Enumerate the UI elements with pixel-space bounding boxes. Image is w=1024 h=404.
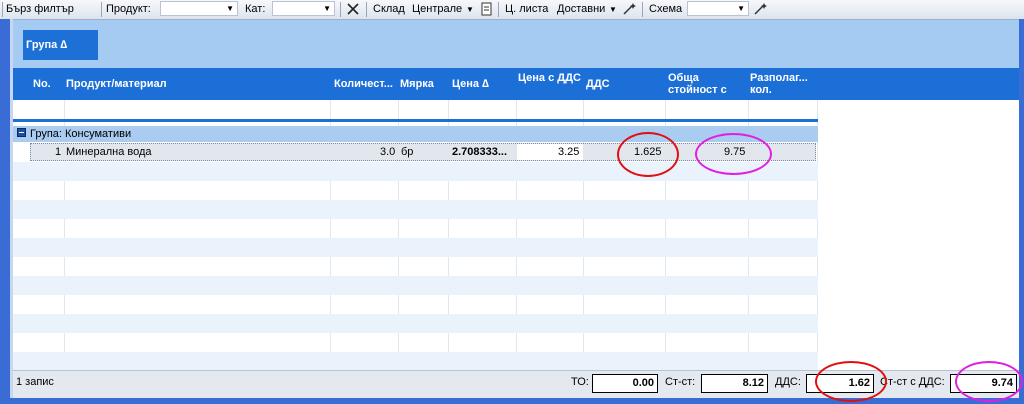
grid-header: No. Продукт/материал Количест... Мярка Ц… bbox=[13, 68, 818, 100]
magenta-annotation-ellipse bbox=[695, 133, 772, 175]
scheme-select[interactable]: ▼ bbox=[687, 1, 749, 16]
scheme-wand-icon[interactable] bbox=[753, 1, 769, 17]
empty-row bbox=[13, 314, 818, 333]
empty-row bbox=[13, 238, 818, 257]
category-label: Кат: bbox=[245, 3, 266, 15]
empty-row bbox=[13, 352, 818, 370]
empty-row bbox=[13, 333, 818, 352]
price-list-dropdown[interactable]: Доставни bbox=[557, 3, 605, 15]
cell-quantity: 3.0 bbox=[380, 146, 396, 158]
empty-row bbox=[13, 276, 818, 295]
column-header-product[interactable]: Продукт/материал bbox=[62, 68, 332, 100]
chevron-down-icon[interactable]: ▼ bbox=[609, 5, 617, 14]
toolbar-separator bbox=[498, 2, 499, 17]
refresh-icon[interactable] bbox=[479, 1, 495, 17]
group-by-chip[interactable]: Група ∆ bbox=[23, 30, 98, 60]
window-frame-bottom bbox=[0, 398, 1024, 404]
to-label: ТО: bbox=[571, 376, 589, 388]
group-by-panel bbox=[13, 20, 1019, 68]
empty-row bbox=[13, 219, 818, 238]
cell-unit: бр bbox=[401, 146, 414, 158]
grid-empty-area bbox=[818, 100, 1019, 370]
quick-filter-label[interactable]: Бърз филтър bbox=[6, 3, 74, 15]
warehouse-dropdown[interactable]: Централе bbox=[412, 3, 462, 15]
cost-vat-label: Ст-ст с ДДС: bbox=[880, 376, 945, 388]
column-header-quantity[interactable]: Количест... bbox=[330, 68, 400, 100]
window-frame-left bbox=[0, 19, 10, 404]
empty-row bbox=[13, 162, 818, 181]
toolbar: Бърз филтър Продукт: ▼ Кат: ▼ Склад Цент… bbox=[0, 0, 1024, 20]
toolbar-separator bbox=[101, 2, 102, 17]
red-annotation-ellipse bbox=[617, 132, 679, 177]
chevron-down-icon: ▼ bbox=[226, 4, 234, 13]
category-select[interactable]: ▼ bbox=[272, 1, 335, 16]
clear-filter-icon[interactable] bbox=[345, 1, 361, 17]
chevron-down-icon: ▼ bbox=[737, 4, 745, 13]
scheme-label: Схема bbox=[649, 3, 683, 15]
column-header-unit[interactable]: Мярка bbox=[396, 68, 448, 100]
product-select[interactable]: ▼ bbox=[160, 1, 238, 16]
column-header-price-vat[interactable]: Цена с ДДС bbox=[514, 68, 582, 100]
price-list-label: Ц. листа bbox=[505, 3, 549, 15]
chevron-down-icon: ▼ bbox=[323, 4, 331, 13]
column-header-price[interactable]: Цена ∆ bbox=[448, 68, 514, 100]
cell-price: 2.708333... bbox=[452, 146, 508, 158]
cell-product: Минерална вода bbox=[66, 146, 152, 158]
grid-header-filler bbox=[818, 68, 1019, 100]
column-header-available[interactable]: Разполаг... кол. bbox=[746, 68, 818, 100]
toolbar-separator bbox=[366, 2, 367, 17]
toolbar-separator bbox=[340, 2, 341, 17]
empty-row bbox=[13, 257, 818, 276]
red-annotation-ellipse bbox=[815, 361, 887, 402]
group-row[interactable] bbox=[13, 126, 818, 142]
column-header-total[interactable]: Обща стойност с bbox=[664, 68, 746, 100]
to-value: 0.00 bbox=[592, 374, 658, 393]
column-header-vat[interactable]: ДДС bbox=[582, 68, 664, 100]
collapse-icon[interactable] bbox=[17, 128, 26, 137]
toolbar-separator bbox=[642, 2, 643, 17]
magenta-annotation-ellipse bbox=[955, 361, 1023, 402]
cell-price-vat: 3.25 bbox=[558, 146, 580, 158]
toolbar-separator bbox=[2, 2, 3, 17]
empty-row bbox=[13, 200, 818, 219]
group-separator-line bbox=[13, 119, 818, 122]
group-row-label: Група: Консумативи bbox=[30, 128, 132, 140]
warehouse-label: Склад bbox=[373, 3, 405, 15]
window-frame-right bbox=[1019, 19, 1024, 404]
product-label: Продукт: bbox=[106, 3, 151, 15]
cell-no: 1 bbox=[55, 146, 62, 158]
empty-row bbox=[13, 181, 818, 200]
cost-value: 8.12 bbox=[701, 374, 768, 393]
cost-label: Ст-ст: bbox=[665, 376, 696, 388]
settings-wand-icon[interactable] bbox=[622, 1, 638, 17]
chevron-down-icon[interactable]: ▼ bbox=[466, 5, 474, 14]
empty-row bbox=[13, 295, 818, 314]
record-count: 1 запис bbox=[16, 376, 54, 388]
vat-label: ДДС: bbox=[775, 376, 801, 388]
